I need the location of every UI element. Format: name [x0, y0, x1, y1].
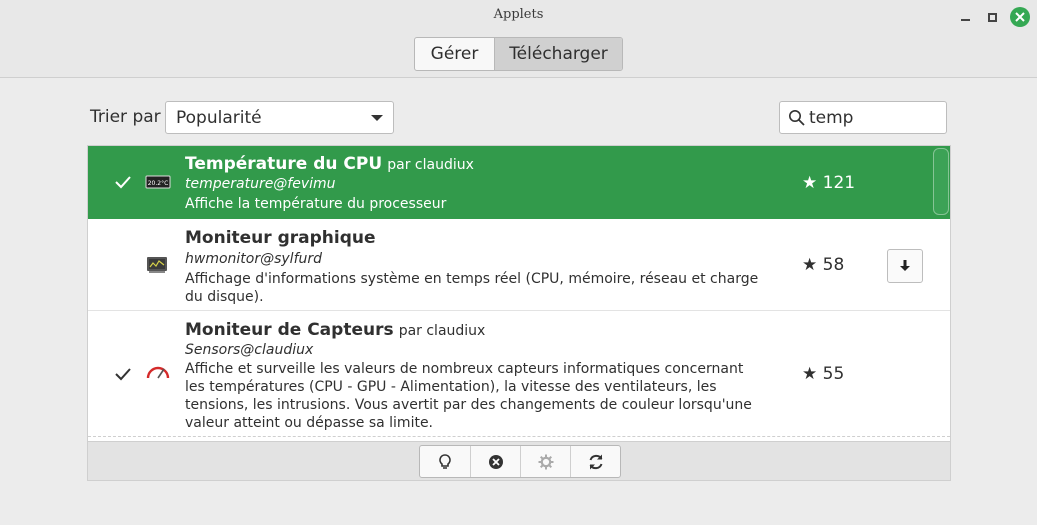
cpu-temperature-icon: 20.2°C [145, 175, 171, 189]
maximize-icon [987, 12, 997, 22]
installed-check-icon [115, 176, 131, 189]
applet-name: Moniteur graphique [185, 228, 376, 248]
list-divider [88, 436, 950, 437]
refresh-icon [589, 454, 602, 469]
window-title: Applets [493, 7, 544, 22]
uninstall-button[interactable] [470, 446, 520, 477]
applet-description: Affichage d'informations système en temp… [185, 271, 759, 305]
info-button[interactable] [420, 446, 470, 477]
search-icon [789, 110, 805, 126]
monitor-icon [147, 257, 167, 273]
applet-stars: ★ 121 [802, 173, 856, 193]
applet-list[interactable]: 20.2°C Température du CPU par claudiux t… [87, 145, 951, 442]
search-box[interactable] [779, 101, 947, 134]
applet-description: Affiche la température du processeur [185, 196, 447, 212]
gear-icon [538, 454, 553, 469]
applet-name-line: Température du CPU par claudiux [185, 154, 474, 174]
sort-value: Popularité [176, 108, 262, 128]
minimize-button[interactable] [956, 8, 974, 26]
minimize-icon [960, 19, 970, 21]
applet-author: par claudiux [387, 157, 474, 173]
applet-name: Température du CPU [185, 154, 383, 174]
applet-uuid: temperature@fevimu [185, 176, 336, 192]
maximize-button[interactable] [983, 8, 1001, 26]
installed-check-icon [115, 368, 131, 381]
sort-label: Trier par [90, 107, 161, 127]
search-input[interactable] [809, 106, 939, 130]
applet-row[interactable]: 20.2°C Température du CPU par claudiux t… [88, 146, 950, 219]
tab-bar: Gérer Télécharger [414, 37, 623, 71]
download-button[interactable] [887, 249, 923, 283]
tab-gerer[interactable]: Gérer [415, 38, 494, 70]
applet-name: Moniteur de Capteurs [185, 320, 394, 340]
applet-author: par claudiux [398, 323, 486, 339]
chevron-down-icon [371, 115, 383, 121]
gauge-icon [146, 366, 170, 379]
applet-name-line: Moniteur graphique [185, 228, 376, 248]
applet-stars: ★ 58 [802, 255, 845, 275]
scrollbar[interactable] [933, 148, 949, 215]
tab-telecharger[interactable]: Télécharger [494, 38, 622, 70]
action-buttons [419, 445, 621, 478]
applet-row[interactable]: Moniteur graphique hwmonitor@sylfurd Aff… [88, 219, 950, 311]
close-button[interactable] [1010, 7, 1030, 27]
download-icon [900, 260, 910, 271]
applet-uuid: Sensors@claudiux [185, 342, 314, 358]
sort-dropdown[interactable]: Popularité [165, 101, 394, 134]
applet-name-line: Moniteur de Capteurs par claudiux [185, 320, 485, 340]
configure-button[interactable] [520, 446, 570, 477]
svg-text:20.2°C: 20.2°C [148, 180, 169, 187]
lightbulb-icon [439, 453, 451, 469]
applet-stars: ★ 55 [802, 364, 845, 384]
applet-description: Affiche et surveille les valeurs de nomb… [185, 361, 752, 431]
applet-row[interactable]: Moniteur de Capteurs par claudiux Sensor… [88, 311, 950, 441]
refresh-button[interactable] [570, 446, 620, 477]
title-bar: Applets Gérer Télécharger [0, 0, 1037, 78]
bottom-toolbar [87, 442, 951, 481]
remove-icon [488, 454, 503, 469]
applet-uuid: hwmonitor@sylfurd [185, 251, 323, 267]
close-icon [1015, 12, 1025, 22]
